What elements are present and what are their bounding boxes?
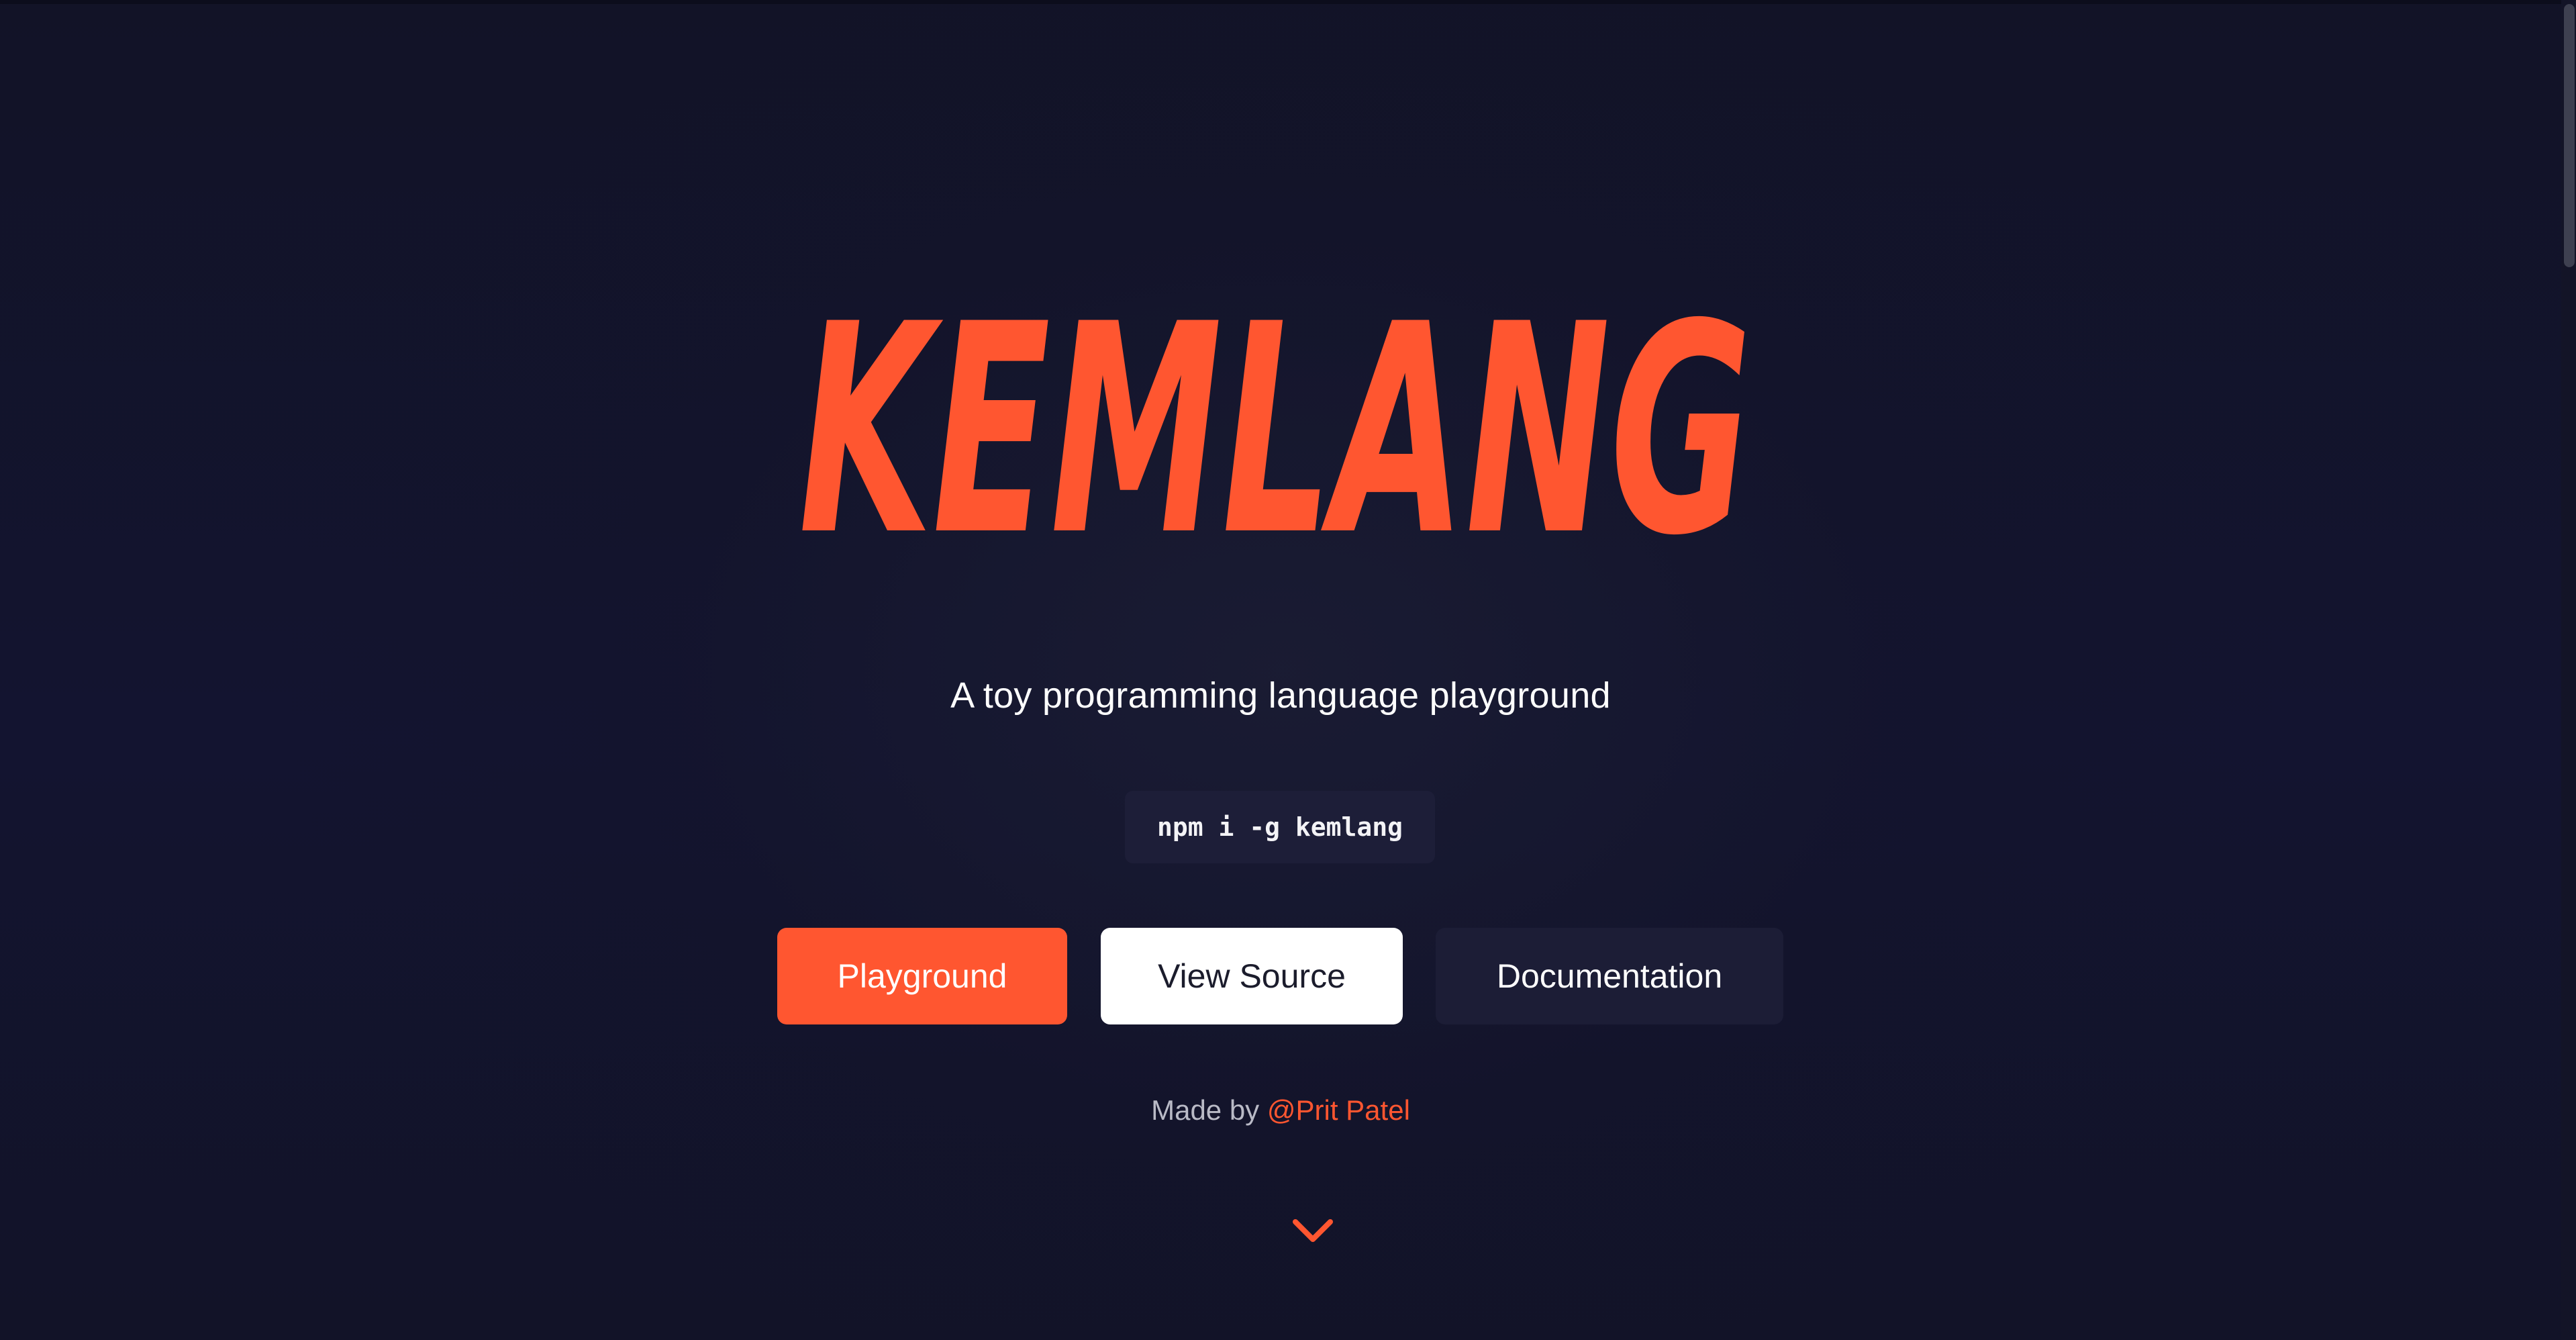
logo-text: KEMLANG (799, 263, 1752, 577)
kemlang-logo: KEMLANG (799, 263, 1752, 577)
page-scrollbar[interactable] (2561, 0, 2576, 1340)
chevron-down-icon[interactable] (1291, 1214, 1334, 1246)
made-by-label: Made by (1151, 1094, 1260, 1126)
documentation-button[interactable]: Documentation (1436, 928, 1783, 1024)
tagline: A toy programming language playground (950, 675, 1611, 716)
playground-button[interactable]: Playground (777, 928, 1067, 1024)
scrollbar-thumb[interactable] (2564, 4, 2575, 267)
view-source-button[interactable]: View Source (1101, 928, 1403, 1024)
credit-line: Made by @Prit Patel (0, 1094, 2561, 1127)
author-link[interactable]: @Prit Patel (1267, 1094, 1410, 1126)
install-command[interactable]: npm i -g kemlang (1125, 791, 1435, 863)
hero-section: KEMLANG A toy programming language playg… (0, 0, 2561, 1340)
